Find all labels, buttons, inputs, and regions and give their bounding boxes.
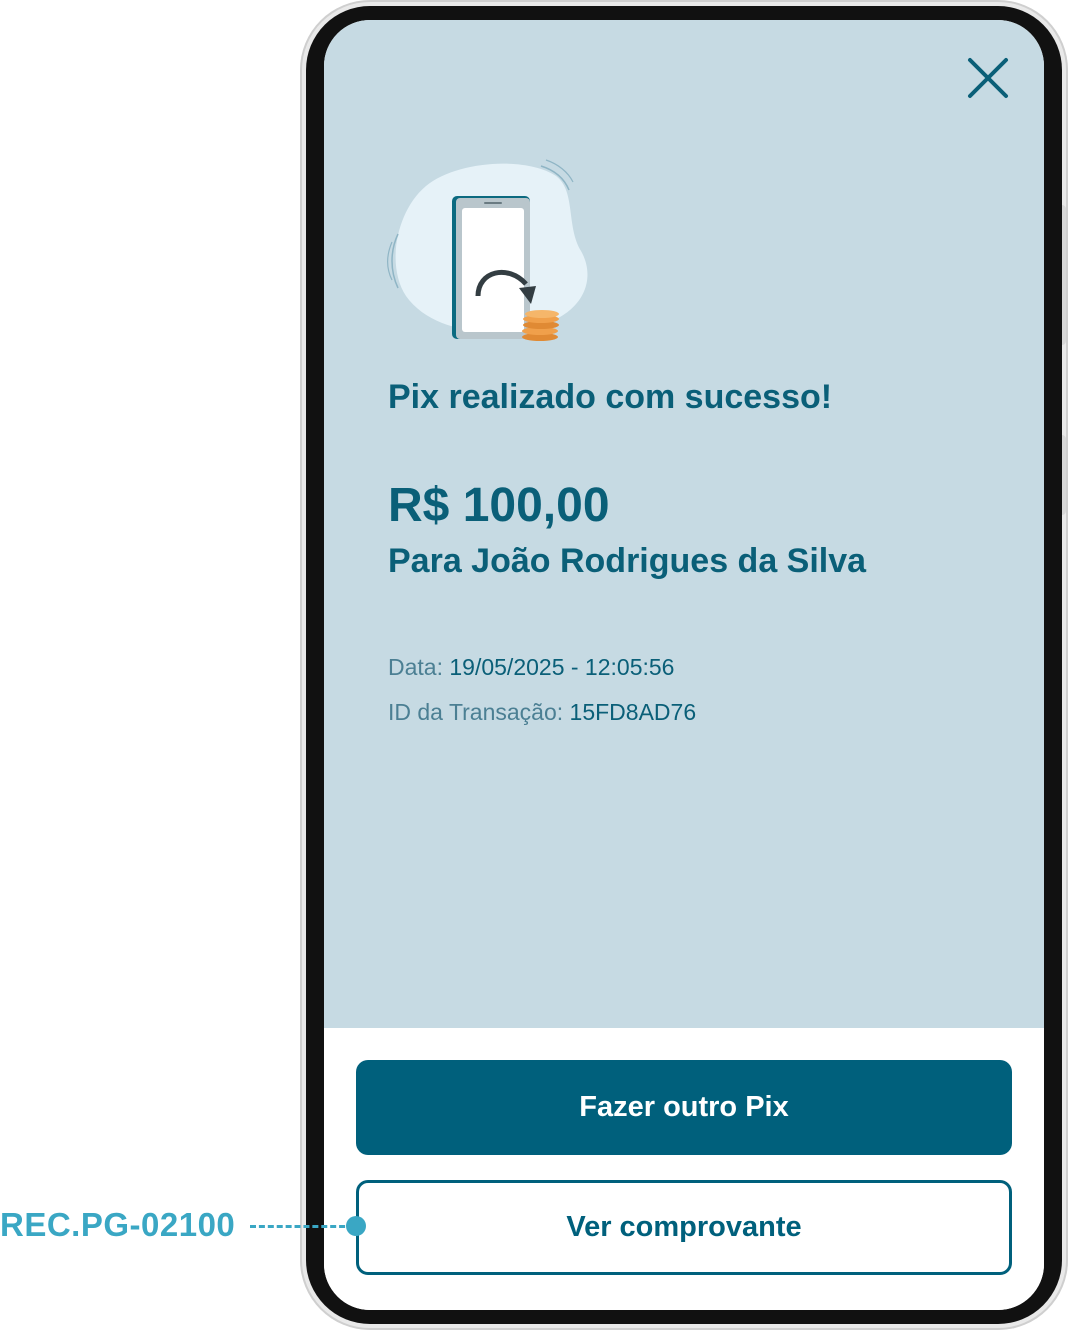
success-title: Pix realizado com sucesso! bbox=[388, 378, 833, 416]
date-label: Data: bbox=[388, 654, 443, 680]
annotation-dot bbox=[346, 1216, 366, 1236]
new-pix-button[interactable]: Fazer outro Pix bbox=[356, 1060, 1012, 1155]
transaction-id-row: ID da Transação: 15FD8AD76 bbox=[388, 699, 696, 726]
phone-transfer-coins-illustration bbox=[386, 159, 588, 341]
recipient-name: Para João Rodrigues da Silva bbox=[388, 542, 867, 580]
transaction-id-label: ID da Transação: bbox=[388, 699, 564, 725]
action-footer: Fazer outro Pix Ver comprovante bbox=[324, 1028, 1044, 1310]
success-content: Pix realizado com sucesso! R$ 100,00 Par… bbox=[324, 20, 1044, 1028]
annotation-code: REC.PG-02100 bbox=[0, 1206, 236, 1243]
date-value: 19/05/2025 - 12:05:56 bbox=[449, 654, 675, 680]
view-receipt-button[interactable]: Ver comprovante bbox=[356, 1180, 1012, 1275]
transfer-amount: R$ 100,00 bbox=[388, 479, 610, 532]
date-row: Data: 19/05/2025 - 12:05:56 bbox=[388, 654, 674, 681]
close-icon bbox=[968, 58, 1008, 98]
transaction-id-value: 15FD8AD76 bbox=[569, 699, 697, 725]
phone-screen: Pix realizado com sucesso! R$ 100,00 Par… bbox=[324, 20, 1044, 1310]
close-button[interactable] bbox=[964, 54, 1012, 102]
annotation-connector bbox=[250, 1225, 354, 1228]
